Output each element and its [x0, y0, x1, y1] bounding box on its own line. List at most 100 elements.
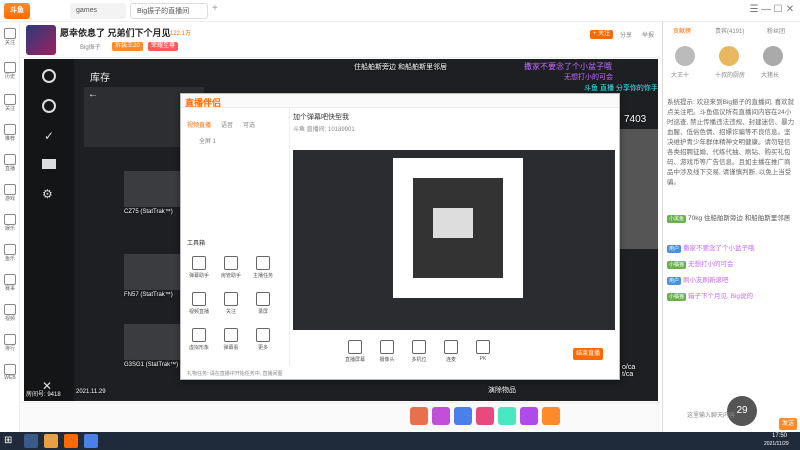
- gift-item[interactable]: [454, 407, 472, 425]
- rail-item-live[interactable]: 直播: [0, 152, 20, 174]
- chat-message: 用户 撒家不要念了个小盆子哦: [667, 244, 795, 254]
- menu-icon[interactable]: ☰: [748, 2, 760, 18]
- tool-danmu[interactable]: 弹幕助手: [185, 256, 213, 292]
- rail-label: WEB: [4, 375, 16, 381]
- tab-games[interactable]: games: [70, 3, 126, 19]
- app-icon[interactable]: [84, 434, 98, 448]
- refresh-icon[interactable]: [42, 69, 56, 83]
- tool-danmu-view[interactable]: 弹幕看: [217, 328, 245, 364]
- rail-item-history[interactable]: 历史: [0, 60, 20, 82]
- gear-icon[interactable]: ⚙: [42, 187, 53, 201]
- play-icon: [4, 304, 16, 315]
- streamer-name[interactable]: Big振子: [80, 42, 101, 51]
- btn-screen[interactable]: 直播屏幕: [341, 340, 369, 376]
- rail-item-event[interactable]: 赛事: [0, 272, 20, 294]
- follow-button[interactable]: + 关注: [590, 30, 614, 39]
- rail-item-follow[interactable]: 关注: [0, 26, 20, 48]
- user-icon: [224, 256, 238, 270]
- tool-follow[interactable]: 关注: [217, 292, 245, 328]
- tool-admin[interactable]: 房管助手: [217, 256, 245, 292]
- monitor-icon: [348, 340, 362, 354]
- check-icon[interactable]: ✓: [44, 129, 54, 143]
- gift-item[interactable]: [520, 407, 538, 425]
- tool-record[interactable]: 录屏: [249, 292, 277, 328]
- avatar-icon: [192, 328, 206, 342]
- chat-user[interactable]: 用户: [667, 277, 682, 285]
- rail-item-web[interactable]: WEB: [0, 362, 20, 384]
- divider: [289, 108, 290, 366]
- gift-item[interactable]: [498, 407, 516, 425]
- rail-item-follow2[interactable]: 关注: [0, 92, 20, 114]
- gift-item[interactable]: [432, 407, 450, 425]
- item-label: CZ75 (StatTrak™): [124, 209, 173, 215]
- nested-preview-core: [433, 208, 473, 238]
- tab-stream[interactable]: Big振子的直播间: [130, 3, 208, 19]
- clock-date: 2021/11/29: [764, 441, 789, 447]
- minimize-icon[interactable]: —: [760, 2, 772, 18]
- rail-item-game[interactable]: 游戏: [0, 182, 20, 204]
- streaming-companion-window[interactable]: 直播伴侣 视频直播 语音 可选 全屏 1 工具箱 弹幕助手 房管助手 主播任务 …: [180, 93, 620, 380]
- inner-tab-voice[interactable]: 语音: [221, 120, 233, 129]
- gift-item[interactable]: [410, 407, 428, 425]
- task-icon: [256, 256, 270, 270]
- rank-avatar[interactable]: [763, 46, 783, 66]
- chat-user[interactable]: 小橘猫: [667, 293, 687, 301]
- folder-icon[interactable]: [44, 434, 58, 448]
- chat-tab-fans[interactable]: 粉丝团: [767, 26, 785, 35]
- chat-user[interactable]: 小橘猫: [667, 261, 687, 269]
- inner-tab-option[interactable]: 可选: [243, 120, 255, 129]
- inner-tab-video[interactable]: 视频直播: [187, 120, 211, 129]
- home-icon: [4, 124, 16, 135]
- gift-item[interactable]: [476, 407, 494, 425]
- rail-label: 历史: [4, 74, 15, 80]
- rank-name: 大猪长: [761, 73, 780, 79]
- btn-multicam[interactable]: 多机位: [405, 340, 433, 376]
- chat-user[interactable]: 用户: [667, 245, 682, 253]
- sync-icon[interactable]: [42, 99, 56, 113]
- rail-item-fish[interactable]: 鱼乐: [0, 242, 20, 264]
- tv-icon: [4, 154, 16, 165]
- rail-item-rank[interactable]: 排行: [0, 332, 20, 354]
- scene-label[interactable]: 全屏 1: [199, 136, 216, 145]
- folder-icon[interactable]: [42, 159, 56, 169]
- back-arrow-icon[interactable]: ←: [88, 89, 98, 100]
- chat-tab-contrib[interactable]: 贡献榜: [673, 26, 691, 35]
- btn-link[interactable]: 连麦: [437, 340, 465, 376]
- share-button[interactable]: 分享: [620, 30, 632, 39]
- tool-task[interactable]: 主播任务: [249, 256, 277, 292]
- btn-camera[interactable]: 摄像头: [373, 340, 401, 376]
- windows-icon[interactable]: ⊞: [4, 435, 12, 446]
- tool-label: 更多: [257, 345, 268, 351]
- tool-video[interactable]: 视频直播: [185, 292, 213, 328]
- gift-item[interactable]: [542, 407, 560, 425]
- tool-avatar[interactable]: 虚拟形象: [185, 328, 213, 364]
- clock-time: 17:50: [772, 433, 788, 439]
- overlay-side-text: o/ca t/ca: [622, 364, 636, 378]
- more-icon: [256, 328, 270, 342]
- rank-avatar[interactable]: [719, 46, 739, 66]
- douyu-icon[interactable]: [64, 434, 78, 448]
- rank-name: 十叔的厨房: [715, 73, 746, 79]
- rail-label: 推荐: [4, 136, 15, 142]
- close-icon[interactable]: ✕: [784, 2, 796, 18]
- fish-icon: [4, 244, 16, 255]
- btn-pk[interactable]: PK: [469, 340, 497, 376]
- maximize-icon[interactable]: ☐: [772, 2, 784, 18]
- rail-item-recommend[interactable]: 推荐: [0, 122, 20, 144]
- streamer-avatar[interactable]: [26, 25, 56, 55]
- end-stream-button[interactable]: 结束直播: [573, 348, 604, 360]
- chat-input[interactable]: 这里输入聊天内容: [687, 410, 735, 419]
- send-button[interactable]: 发送: [779, 418, 798, 430]
- tool-more[interactable]: 更多: [249, 328, 277, 364]
- rail-item-video[interactable]: 视频: [0, 302, 20, 324]
- app-logo[interactable]: 斗鱼: [4, 3, 30, 19]
- chat-user[interactable]: 小黑鱼: [667, 215, 687, 223]
- search-icon[interactable]: [24, 434, 38, 448]
- rail-item-ent[interactable]: 娱乐: [0, 212, 20, 234]
- rank-avatar[interactable]: [675, 46, 695, 66]
- report-button[interactable]: 举报: [642, 30, 654, 39]
- bottom-button[interactable]: 演除物品: [488, 385, 516, 395]
- chat-tab-vip[interactable]: 贵宾(4191): [715, 26, 744, 35]
- inner-status: 礼物任务: 请在直播中开始任务中, 直播间图: [187, 371, 283, 377]
- new-tab-icon[interactable]: +: [212, 3, 218, 14]
